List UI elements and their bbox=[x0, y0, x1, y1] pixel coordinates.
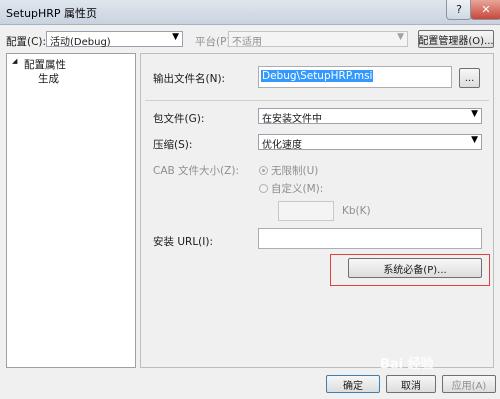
help-button[interactable]: ? bbox=[446, 0, 472, 20]
install-url-field[interactable] bbox=[258, 228, 482, 249]
unlimited-radio[interactable] bbox=[259, 166, 268, 175]
cab-size-field[interactable] bbox=[278, 201, 334, 221]
platform-select[interactable]: 不适用 ▼ bbox=[228, 31, 408, 48]
compress-label: 压缩(S): bbox=[153, 139, 193, 151]
compress-select-value: 优化速度 bbox=[262, 140, 302, 151]
property-tree bbox=[6, 53, 136, 368]
close-button[interactable]: ✕ bbox=[470, 0, 500, 20]
browse-button[interactable]: ... bbox=[459, 68, 480, 88]
package-label: 包文件(G): bbox=[153, 113, 205, 125]
divider bbox=[145, 100, 489, 101]
unlimited-label: 无限制(U) bbox=[271, 165, 319, 177]
chevron-down-icon: ▼ bbox=[397, 32, 404, 42]
custom-label: 自定义(M): bbox=[271, 183, 324, 195]
tree-item-config-props[interactable]: 配置属性 bbox=[24, 57, 66, 72]
config-label: 配置(C): bbox=[6, 36, 47, 48]
config-select[interactable]: 活动(Debug) ▼ bbox=[46, 31, 183, 48]
config-select-value: 活动(Debug) bbox=[50, 37, 111, 48]
close-icon: ✕ bbox=[481, 3, 491, 16]
package-select[interactable]: 在安装文件中 ▼ bbox=[258, 108, 482, 125]
install-url-label: 安装 URL(I): bbox=[153, 236, 213, 248]
output-field-value: Debug\SetupHRP.msi bbox=[261, 70, 374, 82]
watermark: Bai 经验 bbox=[380, 357, 434, 372]
compress-select[interactable]: 优化速度 ▼ bbox=[258, 134, 482, 151]
tree-expand-icon[interactable]: ◢ bbox=[12, 57, 17, 65]
apply-button[interactable]: 应用(A) bbox=[442, 375, 496, 393]
chevron-down-icon: ▼ bbox=[172, 32, 179, 42]
output-field[interactable]: Debug\SetupHRP.msi bbox=[258, 66, 452, 88]
help-icon: ? bbox=[456, 3, 462, 16]
custom-radio[interactable] bbox=[259, 184, 268, 193]
output-label: 输出文件名(N): bbox=[153, 73, 226, 85]
config-manager-button[interactable]: 配置管理器(O)... bbox=[418, 30, 494, 48]
kb-label: Kb(K) bbox=[342, 205, 371, 217]
prerequisites-button[interactable]: 系统必备(P)... bbox=[348, 258, 482, 278]
window-title: SetupHRP 属性页 bbox=[6, 7, 98, 20]
tree-item-build[interactable]: 生成 bbox=[38, 71, 59, 86]
package-select-value: 在安装文件中 bbox=[262, 114, 322, 125]
cancel-button[interactable]: 取消 bbox=[386, 375, 436, 393]
ok-button[interactable]: 确定 bbox=[326, 375, 380, 393]
platform-select-value: 不适用 bbox=[232, 37, 262, 48]
chevron-down-icon: ▼ bbox=[471, 109, 478, 119]
chevron-down-icon: ▼ bbox=[471, 135, 478, 145]
cab-size-label: CAB 文件大小(Z): bbox=[153, 165, 239, 177]
